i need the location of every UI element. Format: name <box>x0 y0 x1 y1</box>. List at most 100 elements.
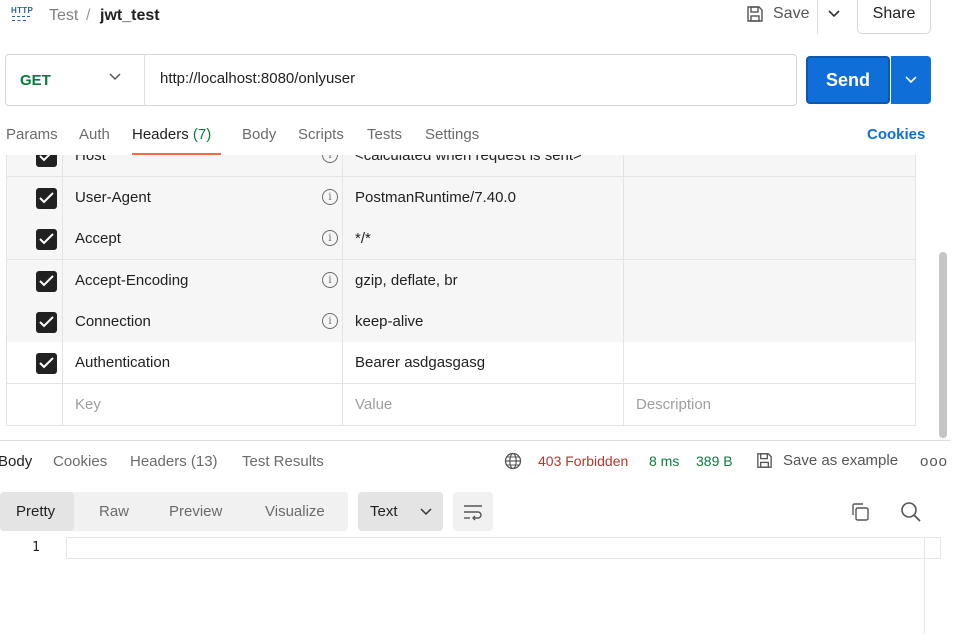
header-key[interactable]: Connection <box>75 313 151 330</box>
chevron-down-icon <box>827 10 840 18</box>
line-number: 1 <box>32 540 40 555</box>
tab-headers[interactable]: Headers (7) <box>132 126 211 143</box>
check-icon <box>39 192 54 204</box>
tab-auth[interactable]: Auth <box>79 126 110 143</box>
method-label: GET <box>20 71 51 89</box>
info-icon[interactable]: i <box>322 189 338 205</box>
headers-table: Host i <calculated when request is sent> … <box>6 155 916 427</box>
response-body-editor[interactable] <box>66 537 941 559</box>
header-row: User-Agent i PostmanRuntime/7.40.0 <box>6 177 916 219</box>
save-options-button[interactable] <box>817 0 849 34</box>
save-icon <box>757 453 772 468</box>
header-description[interactable] <box>624 155 916 176</box>
info-icon[interactable]: i <box>322 230 338 246</box>
url-input[interactable]: http://localhost:8080/onlyuser <box>160 70 355 87</box>
chevron-down-icon <box>419 507 432 515</box>
response-tab-test-results[interactable]: Test Results <box>242 453 324 470</box>
check-icon <box>39 155 51 162</box>
header-value[interactable]: keep-alive <box>355 313 423 330</box>
request-name[interactable]: jwt_test <box>100 7 160 25</box>
tab-body[interactable]: Body <box>242 126 276 143</box>
header-description[interactable] <box>624 342 916 383</box>
tab-params[interactable]: Params <box>6 126 58 143</box>
view-pretty[interactable]: Pretty <box>16 492 55 531</box>
method-select[interactable]: GET <box>5 54 145 106</box>
save-icon <box>747 6 763 22</box>
breadcrumb-parent[interactable]: Test <box>49 7 78 25</box>
send-button[interactable]: Send <box>806 56 890 104</box>
header-key[interactable]: Authentication <box>75 354 170 371</box>
header-key[interactable]: Accept <box>75 230 121 247</box>
tab-tests[interactable]: Tests <box>367 126 402 143</box>
breadcrumb-separator: / <box>86 7 91 24</box>
header-row: Accept-Encoding i gzip, deflate, br <box>6 260 916 302</box>
format-select[interactable]: Text <box>358 492 443 531</box>
view-preview[interactable]: Preview <box>169 492 222 531</box>
copy-icon[interactable] <box>850 502 870 522</box>
header-key[interactable]: Accept-Encoding <box>75 272 188 289</box>
header-row: Connection i keep-alive <box>6 301 916 343</box>
header-value[interactable]: */* <box>355 230 371 247</box>
description-placeholder[interactable]: Description <box>636 396 711 413</box>
info-icon[interactable]: i <box>322 272 338 288</box>
response-tab-body[interactable]: Body <box>0 453 32 470</box>
send-options-button[interactable] <box>891 56 931 104</box>
check-icon <box>39 357 54 369</box>
header-checkbox[interactable] <box>36 155 57 167</box>
header-row: Accept i */* <box>6 218 916 260</box>
header-row: Host i <calculated when request is sent> <box>6 155 916 177</box>
format-label: Text <box>370 503 398 520</box>
new-header-row: Key Value Description <box>6 384 916 426</box>
info-icon[interactable]: i <box>322 155 338 163</box>
check-icon <box>39 316 54 328</box>
save-label: Save <box>773 5 810 22</box>
more-options-icon[interactable]: ooo <box>920 453 948 470</box>
key-placeholder[interactable]: Key <box>75 396 101 413</box>
pane-divider[interactable] <box>0 440 950 441</box>
response-tab-cookies[interactable]: Cookies <box>53 453 107 470</box>
search-icon[interactable] <box>900 501 921 522</box>
scrollbar[interactable] <box>939 252 947 438</box>
header-description[interactable] <box>624 260 916 301</box>
header-value[interactable]: Bearer asdgasgasg <box>355 354 485 371</box>
chevron-down-icon <box>905 76 917 84</box>
globe-icon[interactable] <box>504 452 522 470</box>
tab-settings[interactable]: Settings <box>425 126 479 143</box>
save-group: Save <box>735 0 849 34</box>
header-description[interactable] <box>624 301 916 342</box>
response-tab-headers[interactable]: Headers (13) <box>130 453 218 470</box>
header-row: Authentication Bearer asdgasgasg <box>6 342 916 384</box>
value-placeholder[interactable]: Value <box>355 396 392 413</box>
status-code[interactable]: 403 Forbidden <box>538 453 628 469</box>
cookies-link[interactable]: Cookies <box>867 126 925 143</box>
header-description[interactable] <box>624 177 916 218</box>
header-value[interactable]: gzip, deflate, br <box>355 272 458 289</box>
header-value[interactable]: <calculated when request is sent> <box>355 155 582 164</box>
view-visualize[interactable]: Visualize <box>265 492 325 531</box>
http-icon: HTTP <box>10 4 34 26</box>
header-description[interactable] <box>624 218 916 259</box>
header-checkbox[interactable] <box>36 188 57 209</box>
header-checkbox[interactable] <box>36 353 57 374</box>
check-icon <box>39 275 54 287</box>
response-time[interactable]: 8 ms <box>649 453 679 469</box>
header-key[interactable]: User-Agent <box>75 189 151 206</box>
header-checkbox[interactable] <box>36 271 57 292</box>
wrap-lines-button[interactable] <box>453 492 493 531</box>
info-icon[interactable]: i <box>322 313 338 329</box>
save-as-example-button[interactable]: Save as example <box>755 451 898 470</box>
wrap-lines-icon <box>464 504 482 520</box>
editor-gutter-line <box>924 537 925 634</box>
header-value[interactable]: PostmanRuntime/7.40.0 <box>355 189 516 206</box>
header-checkbox[interactable] <box>36 312 57 333</box>
tab-headers-label: Headers <box>132 126 189 143</box>
view-raw[interactable]: Raw <box>99 492 129 531</box>
save-as-example-label: Save as example <box>783 452 899 469</box>
header-checkbox[interactable] <box>36 229 57 250</box>
response-size[interactable]: 389 B <box>696 453 733 469</box>
tab-scripts[interactable]: Scripts <box>298 126 344 143</box>
save-button[interactable]: Save <box>735 0 817 34</box>
header-key[interactable]: Host <box>75 155 106 164</box>
share-button[interactable]: Share <box>857 0 931 34</box>
check-icon <box>39 233 54 245</box>
